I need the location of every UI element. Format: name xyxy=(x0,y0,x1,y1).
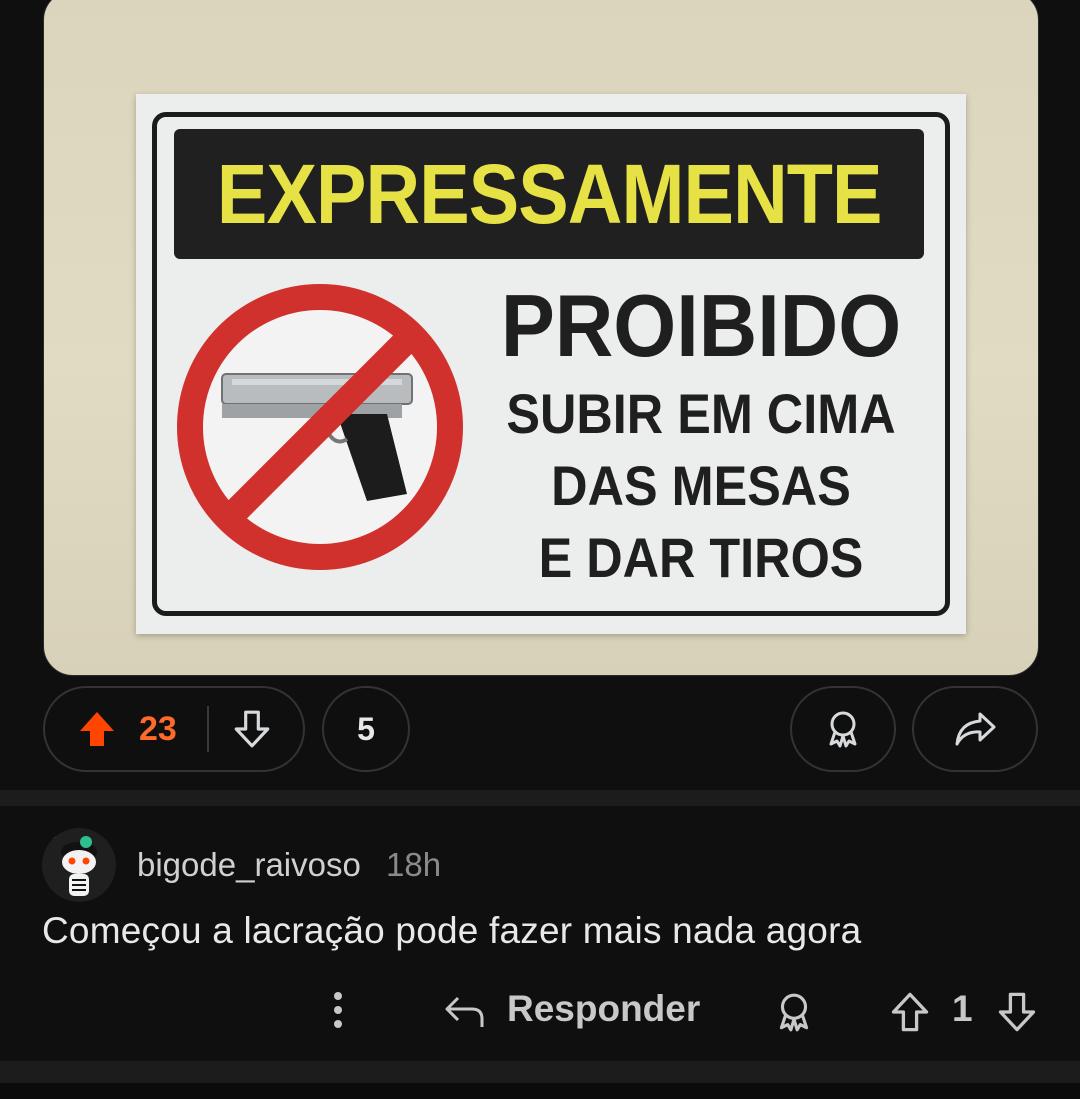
reply-icon[interactable] xyxy=(442,990,486,1034)
award-icon xyxy=(829,711,857,748)
reply-button[interactable]: Responder xyxy=(507,988,700,1030)
upvote-icon[interactable] xyxy=(77,709,117,749)
comment-author[interactable]: bigode_raivoso xyxy=(137,846,361,884)
downvote-icon[interactable] xyxy=(231,708,273,750)
share-button[interactable] xyxy=(912,686,1038,772)
comment-upvote-icon[interactable] xyxy=(888,990,932,1034)
sign-line-3: DAS MESAS xyxy=(551,454,851,517)
post-image[interactable]: EXPRESSAMENTE PROIBIDO SUBIR EM CIMA DAS… xyxy=(43,0,1039,676)
no-gun-icon xyxy=(177,284,463,570)
vote-pill: 23 xyxy=(43,686,305,772)
section-separator xyxy=(0,790,1080,806)
avatar[interactable] xyxy=(42,828,116,902)
sign-line-4: E DAR TIROS xyxy=(538,526,864,589)
post-vote-count: 23 xyxy=(139,709,177,748)
post-actions-bar: 23 5 xyxy=(0,686,1080,776)
bottom-separator xyxy=(0,1061,1080,1083)
comment-count: 5 xyxy=(357,710,375,747)
more-options-icon[interactable] xyxy=(330,990,346,1030)
comment-actions: Responder 1 xyxy=(0,982,1080,1042)
comment-downvote-icon[interactable] xyxy=(995,990,1039,1034)
post-card: EXPRESSAMENTE PROIBIDO SUBIR EM CIMA DAS… xyxy=(0,0,1080,790)
award-icon[interactable] xyxy=(772,990,816,1034)
award-button[interactable] xyxy=(790,686,896,772)
sign-line-2: SUBIR EM CIMA xyxy=(506,382,896,445)
comment-vote-count: 1 xyxy=(952,988,973,1029)
sign-line-proibido: PROIBIDO xyxy=(500,276,902,375)
snoo-avatar-icon xyxy=(42,828,116,902)
sign-header-band: EXPRESSAMENTE xyxy=(174,129,924,259)
sign-text-block: PROIBIDO SUBIR EM CIMA DAS MESAS E DAR T… xyxy=(476,274,926,594)
warning-sign: EXPRESSAMENTE PROIBIDO SUBIR EM CIMA DAS… xyxy=(136,94,966,634)
comment-body: Começou a lacração pode fazer mais nada … xyxy=(42,910,862,951)
share-icon xyxy=(955,712,996,746)
comment-timestamp: 18h xyxy=(386,846,442,883)
comments-button[interactable]: 5 xyxy=(322,686,410,772)
comment: bigode_raivoso 18h Começou a lacração po… xyxy=(0,806,1080,1061)
sign-header-text: EXPRESSAMENTE xyxy=(216,146,883,241)
vote-divider xyxy=(206,706,209,752)
